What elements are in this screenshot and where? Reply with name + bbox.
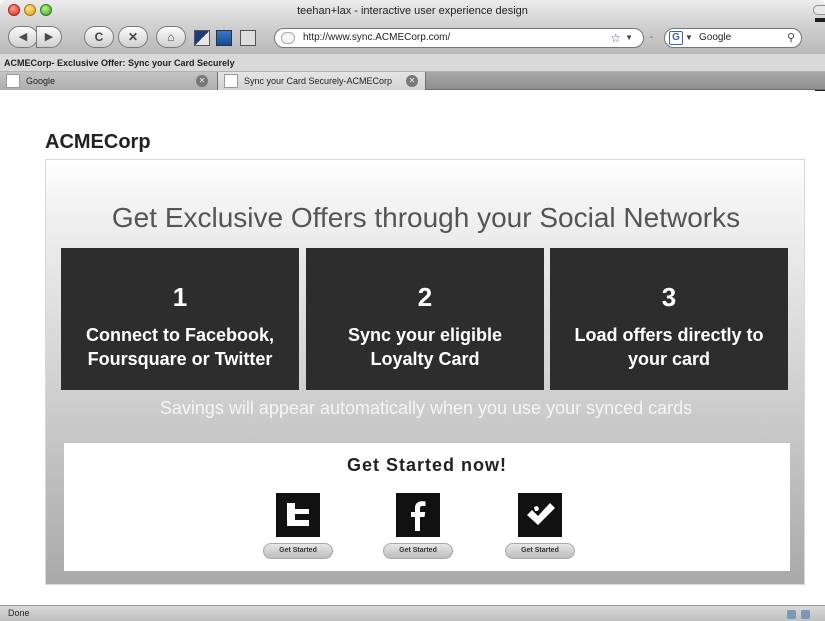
brand-logo[interactable]: ACMECorp xyxy=(45,131,151,154)
bookmarks-bar-text[interactable]: ACMECorp- Exclusive Offer: Sync your Car… xyxy=(4,58,235,68)
step-number: 3 xyxy=(661,282,677,312)
facebook-icon[interactable] xyxy=(396,493,440,537)
web-page: ACMECorp Get Exclusive Offers through yo… xyxy=(0,91,825,605)
search-icon[interactable]: ⚲ xyxy=(787,29,795,47)
tab-sync-card[interactable]: Sync your Card Securely-ACMECorp ✕ xyxy=(218,72,426,90)
foursquare-icon[interactable] xyxy=(518,493,562,537)
savings-note: Savings will appear automatically when y… xyxy=(159,398,693,418)
back-arrow-icon: ◀ xyxy=(18,31,28,43)
tab-favicon-icon xyxy=(224,74,238,88)
step-card-1: 1 Connect to Facebook, Foursquare or Twi… xyxy=(61,248,299,390)
twitter-signup: Get Started xyxy=(263,493,333,567)
tab-favicon-icon xyxy=(6,74,20,88)
screen-capture-icon[interactable] xyxy=(216,30,232,46)
forward-button[interactable]: ▶ xyxy=(36,26,62,48)
offer-panel: Get Exclusive Offers through your Social… xyxy=(45,159,805,585)
address-bar[interactable]: http://www.sync.ACMECorp.com/ ☆ ▼ xyxy=(274,28,644,48)
status-icons xyxy=(785,609,819,619)
step-description: Load offers directly to your card xyxy=(574,325,764,369)
stop-button[interactable]: ✕ xyxy=(118,26,148,48)
search-engine-dropdown-icon[interactable]: ▼ xyxy=(685,29,693,47)
back-button[interactable]: ◀ xyxy=(8,26,38,48)
tab-google[interactable]: Google ✕ xyxy=(0,72,218,90)
print-icon[interactable] xyxy=(240,30,256,46)
site-favicon-icon xyxy=(281,32,295,44)
forward-arrow-icon: ▶ xyxy=(44,31,54,43)
status-bar: Done xyxy=(0,605,825,621)
home-icon: ⌂ xyxy=(167,30,175,44)
twitter-icon[interactable] xyxy=(276,493,320,537)
stop-icon: ✕ xyxy=(127,30,139,44)
tab-bar: Google ✕ Sync your Card Securely-ACMECor… xyxy=(0,72,825,90)
get-started-box: Get Started now! Get Started Get Started xyxy=(64,443,790,571)
window-title: teehan+lax - interactive user experience… xyxy=(297,5,528,17)
tab-close-icon[interactable]: ✕ xyxy=(196,75,208,87)
search-box[interactable]: G ▼ Google ⚲ xyxy=(664,28,802,48)
get-started-title: Get Started now! xyxy=(346,455,507,475)
tab-label: Sync your Card Securely-ACMECorp xyxy=(244,76,393,86)
foursquare-signup: Get Started xyxy=(505,493,575,567)
facebook-signup: Get Started xyxy=(383,493,453,567)
toolbar-toggle-button[interactable] xyxy=(813,5,825,15)
bookmark-star-icon[interactable]: ☆ xyxy=(610,29,621,47)
address-bar-url: http://www.sync.ACMECorp.com/ xyxy=(303,32,451,43)
addon-icon[interactable] xyxy=(194,30,210,46)
reload-icon: C xyxy=(94,30,104,44)
step-description: Sync your eligible Loyalty Card xyxy=(347,325,503,369)
bookmarks-bar: ACMECorp- Exclusive Offer: Sync your Car… xyxy=(0,54,825,72)
step-description: Connect to Facebook, Foursquare or Twitt… xyxy=(85,325,274,369)
foursquare-get-started-button[interactable]: Get Started xyxy=(505,543,575,559)
home-button[interactable]: ⌂ xyxy=(156,26,186,48)
status-text: Done xyxy=(8,608,30,618)
addon-status-icon[interactable] xyxy=(800,610,810,619)
reload-button[interactable]: C xyxy=(84,26,114,48)
step-number: 1 xyxy=(172,282,188,312)
window-titlebar: teehan+lax - interactive user experience… xyxy=(0,0,825,22)
step-card-3: 3 Load offers directly to your card xyxy=(550,248,788,390)
url-history-dropdown-icon[interactable]: ▼ xyxy=(625,29,633,47)
search-engine-icon[interactable]: G xyxy=(669,31,683,45)
navigation-toolbar: ◀ ▶ C ✕ ⌂ http://www.sync.ACMECorp.com/ … xyxy=(0,22,825,54)
network-status-icon[interactable] xyxy=(787,610,796,619)
page-headline: Get Exclusive Offers through your Social… xyxy=(111,202,741,233)
step-number: 2 xyxy=(417,282,433,312)
tab-close-icon[interactable]: ✕ xyxy=(406,75,418,87)
step-card-2: 2 Sync your eligible Loyalty Card xyxy=(306,248,544,390)
tab-label: Google xyxy=(26,76,56,86)
facebook-get-started-button[interactable]: Get Started xyxy=(383,543,453,559)
toolbar-separator: - xyxy=(650,32,654,43)
twitter-get-started-button[interactable]: Get Started xyxy=(263,543,333,559)
search-box-value: Google xyxy=(699,32,732,43)
